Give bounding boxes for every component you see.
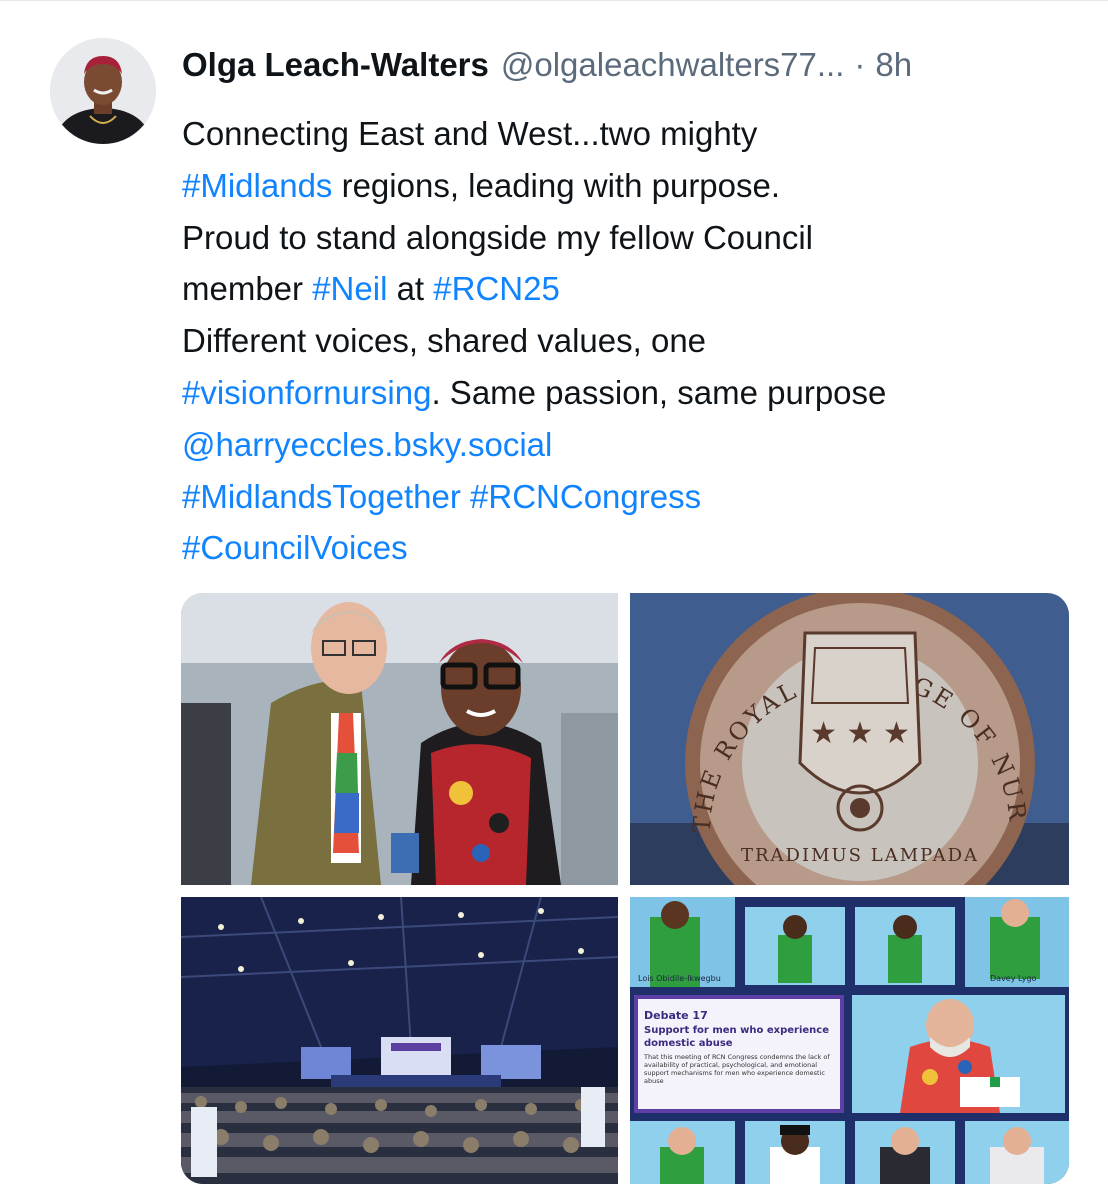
author-display-name[interactable]: Olga Leach-Walters	[182, 46, 489, 84]
post-text-segment: Proud to stand alongside my fellow Counc…	[182, 218, 814, 256]
post-header: Olga Leach-Walters @olgaleachwalters77..…	[182, 46, 1082, 96]
header-separator: ·	[854, 46, 866, 83]
mention-harryeccles[interactable]: @harryeccles.bsky.social	[182, 426, 552, 463]
hashtag-councilvoices[interactable]: #CouncilVoices	[182, 529, 408, 566]
photo-rcn-seal[interactable]: THE ROYAL COLLEGE OF NURSING OF THE UNIT…	[630, 593, 1069, 885]
post-line: #Midlands regions, leading with purpose.	[182, 160, 1082, 212]
top-divider	[0, 0, 1108, 1]
image-grid: THE ROYAL COLLEGE OF NURSING OF THE UNIT…	[181, 593, 1069, 1184]
photo-rcn-seal-image: THE ROYAL COLLEGE OF NURSING OF THE UNIT…	[630, 593, 1069, 885]
slide-subtitle-1: Support for men who experience	[644, 1025, 829, 1036]
hashtag-visionfornursing[interactable]: #visionfornursing	[182, 374, 431, 411]
post-line: Different voices, shared values, one	[182, 315, 1082, 367]
photo-speakers-collage-image: Lois Obidile-Ikwegbu Davey Lygo Debate 1…	[630, 897, 1069, 1184]
post-text-segment: Connecting East and West...two mighty	[182, 115, 758, 152]
speaker-name-2: Davey Lygo	[990, 974, 1037, 983]
slide-title: Debate 17	[644, 1009, 708, 1022]
speaker-name-1: Lois Obidile-Ikwegbu	[638, 974, 721, 983]
post-text-segment: Different voices, shared values, one	[182, 322, 707, 360]
photo-selfie-image	[181, 593, 618, 885]
post-line: @harryeccles.bsky.social	[182, 419, 1082, 471]
slide-subtitle-2: domestic abuse	[644, 1038, 733, 1049]
post-line: #MidlandsTogether #RCNCongress	[182, 471, 1082, 523]
slide-body: That this meeting of RCN Congress condem…	[644, 1053, 830, 1085]
hashtag-midlands[interactable]: #Midlands	[182, 167, 332, 204]
avatar-photo	[50, 38, 156, 144]
post-line: #visionfornursing. Same passion, same pu…	[182, 367, 1082, 419]
photo-speakers-collage[interactable]: Lois Obidile-Ikwegbu Davey Lygo Debate 1…	[630, 897, 1069, 1184]
hashtag-midlandstogether[interactable]: #MidlandsTogether	[182, 478, 461, 515]
hashtag-rcncongress[interactable]: #RCNCongress	[470, 478, 701, 515]
author-avatar[interactable]	[50, 38, 156, 144]
photo-selfie[interactable]	[181, 593, 618, 885]
post-line: #CouncilVoices	[182, 522, 1082, 574]
post-timestamp[interactable]: 8h	[875, 46, 912, 84]
post-line: member #Neil at #RCN25	[182, 263, 1082, 315]
post-text-segment: regions, leading with purpose.	[332, 166, 781, 204]
seal-stars: ★ ★ ★	[810, 716, 910, 751]
post-text-segment: member	[182, 270, 313, 308]
author-handle[interactable]: @olgaleachwalters77...	[501, 46, 845, 84]
post-text-segment: at	[387, 270, 434, 308]
post-text-segment: . Same passion, same purpose	[431, 373, 887, 411]
post-line: Proud to stand alongside my fellow Counc…	[182, 212, 1082, 264]
seal-motto: TRADIMUS LAMPADA	[741, 845, 979, 866]
post-line: Connecting East and West...two mighty	[182, 108, 1082, 160]
post-body: Connecting East and West...two mighty #M…	[182, 108, 1082, 574]
hashtag-neil[interactable]: #Neil	[312, 270, 387, 307]
photo-congress-hall[interactable]	[181, 897, 618, 1184]
photo-congress-hall-image	[181, 897, 618, 1184]
hashtag-rcn25[interactable]: #RCN25	[433, 270, 560, 307]
